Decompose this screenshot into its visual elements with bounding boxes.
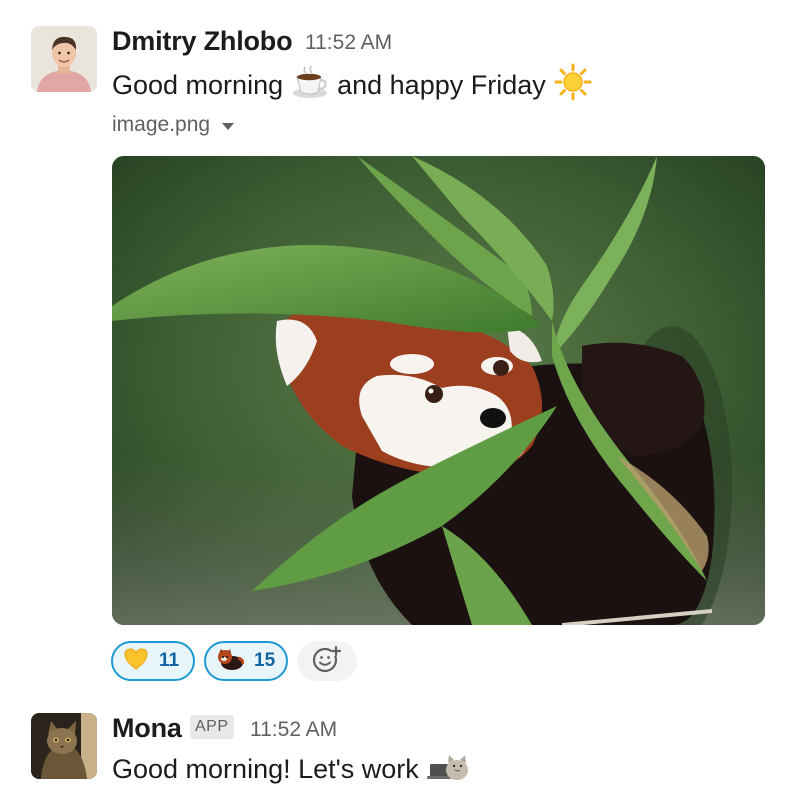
message-text-part: Good morning: [112, 70, 284, 100]
reaction-count: 15: [254, 650, 276, 671]
author-name[interactable]: Dmitry Zhlobo: [112, 26, 293, 57]
avatar-mona[interactable]: [31, 713, 97, 779]
message-text-part: and happy Friday: [337, 70, 546, 100]
avatar-dmitry[interactable]: [31, 26, 97, 92]
sun-emoji-icon: [554, 63, 592, 108]
coffee-emoji-icon: [291, 65, 329, 106]
attachment-image-red-panda[interactable]: [112, 156, 765, 625]
yellow-heart-emoji-icon: [123, 647, 149, 676]
red-panda-emoji-icon: [216, 647, 245, 676]
chevron-down-icon[interactable]: [222, 122, 235, 130]
reaction-yellow-heart[interactable]: 11: [111, 641, 195, 681]
message-text: Good morning and happy Friday: [112, 63, 600, 108]
add-reaction-icon[interactable]: [312, 644, 342, 679]
cat-laptop-emoji-icon: [426, 750, 469, 789]
add-reaction-button[interactable]: [297, 641, 357, 681]
app-badge: APP: [190, 715, 234, 739]
message-text: Good morning! Let's work: [112, 750, 477, 789]
reaction-count: 11: [159, 650, 180, 671]
reaction-red-panda[interactable]: 15: [204, 641, 288, 681]
timestamp[interactable]: 11:52 AM: [305, 31, 392, 55]
author-name[interactable]: Mona: [112, 713, 182, 744]
attachment-filename[interactable]: image.png: [112, 113, 235, 137]
message-text-part: Good morning! Let's work: [112, 754, 419, 784]
attachment-filename-text[interactable]: image.png: [112, 113, 210, 137]
timestamp[interactable]: 11:52 AM: [250, 718, 337, 742]
